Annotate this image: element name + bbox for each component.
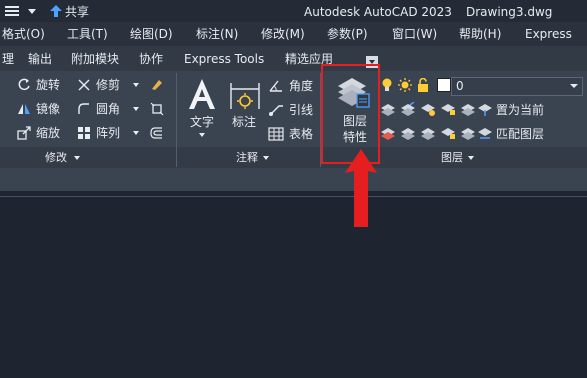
dropdown-icon[interactable] (198, 131, 206, 139)
layer-tool-icon[interactable] (460, 102, 476, 116)
menu-window[interactable]: 窗口(W) (392, 27, 437, 41)
layer-tool-icon[interactable] (420, 102, 436, 116)
sun-icon[interactable] (398, 78, 412, 92)
layer-panel-label[interactable]: 图层 (441, 151, 463, 165)
layer-tool-icon[interactable] (440, 126, 456, 140)
chevron-down-icon[interactable] (569, 82, 579, 90)
text-icon[interactable] (185, 76, 219, 112)
trim-icon[interactable] (77, 78, 91, 92)
layer-tool-icon[interactable] (380, 126, 396, 140)
lock-icon[interactable] (417, 78, 430, 92)
mirror-icon[interactable] (17, 102, 31, 116)
panel-expand-icon[interactable] (73, 154, 81, 162)
layer-tool-icon[interactable] (420, 126, 436, 140)
layer-value: 0 (456, 79, 464, 93)
hamburger-icon[interactable] (4, 4, 20, 18)
rotate-label[interactable]: 旋转 (36, 78, 60, 92)
arrow-up-icon (341, 149, 381, 227)
layer-tool-icon[interactable] (460, 126, 476, 140)
layer-dropdown[interactable]: 0 (451, 77, 583, 96)
scale-label[interactable]: 缩放 (36, 126, 60, 140)
rotate-icon[interactable] (17, 78, 31, 92)
layer-tool-icon[interactable] (400, 102, 416, 116)
ribbon-gap (0, 169, 587, 191)
menu-dimension[interactable]: 标注(N) (196, 27, 238, 41)
dropdown-icon[interactable] (132, 128, 140, 138)
separator (176, 73, 177, 167)
match-layer-icon[interactable] (477, 126, 493, 140)
offset-icon[interactable] (150, 126, 164, 140)
tab-addins[interactable]: 附加模块 (71, 52, 119, 66)
color-swatch[interactable] (437, 78, 451, 92)
app-title: Autodesk AutoCAD 2023 (304, 5, 452, 19)
mirror-label[interactable]: 镜像 (36, 102, 60, 116)
menu-parameter[interactable]: 参数(P) (327, 27, 368, 41)
tab-output[interactable]: 输出 (28, 52, 52, 66)
dropdown-icon[interactable] (132, 104, 140, 114)
modify-panel-label[interactable]: 修改 (45, 151, 67, 165)
table-icon[interactable] (268, 127, 284, 141)
table-label[interactable]: 表格 (289, 127, 313, 141)
scale-icon[interactable] (17, 126, 31, 140)
set-current-icon[interactable] (477, 102, 493, 116)
dropdown-icon[interactable] (27, 5, 37, 17)
set-current-label[interactable]: 置为当前 (496, 103, 544, 117)
angle-label[interactable]: 角度 (289, 79, 313, 93)
layer-tool-icon[interactable] (440, 102, 456, 116)
menu-draw[interactable]: 绘图(D) (130, 27, 173, 41)
array-icon[interactable] (77, 126, 91, 140)
dropdown-icon[interactable] (132, 80, 140, 90)
tab-express-tools[interactable]: Express Tools (184, 52, 264, 66)
explode-icon[interactable] (150, 102, 164, 116)
tab-collaborate[interactable]: 协作 (139, 52, 163, 66)
text-label[interactable]: 文字 (190, 115, 214, 129)
bulb-icon[interactable] (381, 78, 393, 92)
layer-tool-icon[interactable] (380, 102, 396, 116)
fillet-label[interactable]: 圆角 (96, 102, 120, 116)
menu-help[interactable]: 帮助(H) (459, 27, 501, 41)
match-layer-label[interactable]: 匹配图层 (496, 127, 544, 141)
ribbon-panel-labels (0, 147, 587, 168)
layer-tool-icon[interactable] (400, 126, 416, 140)
annotation-panel-label[interactable]: 注释 (236, 151, 258, 165)
leader-label[interactable]: 引线 (289, 103, 313, 117)
tab-manage[interactable]: 理 (2, 52, 14, 66)
menu-express[interactable]: Express (525, 27, 572, 41)
fillet-icon[interactable] (77, 102, 91, 116)
file-name: Drawing3.dwg (466, 5, 553, 19)
dimension-icon[interactable] (228, 78, 262, 112)
leader-icon[interactable] (268, 103, 284, 117)
dimension-label[interactable]: 标注 (232, 115, 256, 129)
drawing-canvas[interactable] (0, 191, 587, 378)
canvas-top-line (0, 196, 587, 197)
menu-tools[interactable]: 工具(T) (67, 27, 108, 41)
panel-expand-icon[interactable] (467, 154, 475, 162)
trim-label[interactable]: 修剪 (96, 78, 120, 92)
angle-icon[interactable] (268, 79, 284, 93)
erase-icon[interactable] (150, 78, 164, 92)
panel-expand-icon[interactable] (262, 154, 270, 162)
share-label[interactable]: 共享 (65, 5, 89, 19)
array-label[interactable]: 阵列 (96, 126, 120, 140)
share-icon[interactable] (48, 4, 64, 18)
menu-modify[interactable]: 修改(M) (261, 27, 305, 41)
menu-format[interactable]: 格式(O) (2, 27, 45, 41)
